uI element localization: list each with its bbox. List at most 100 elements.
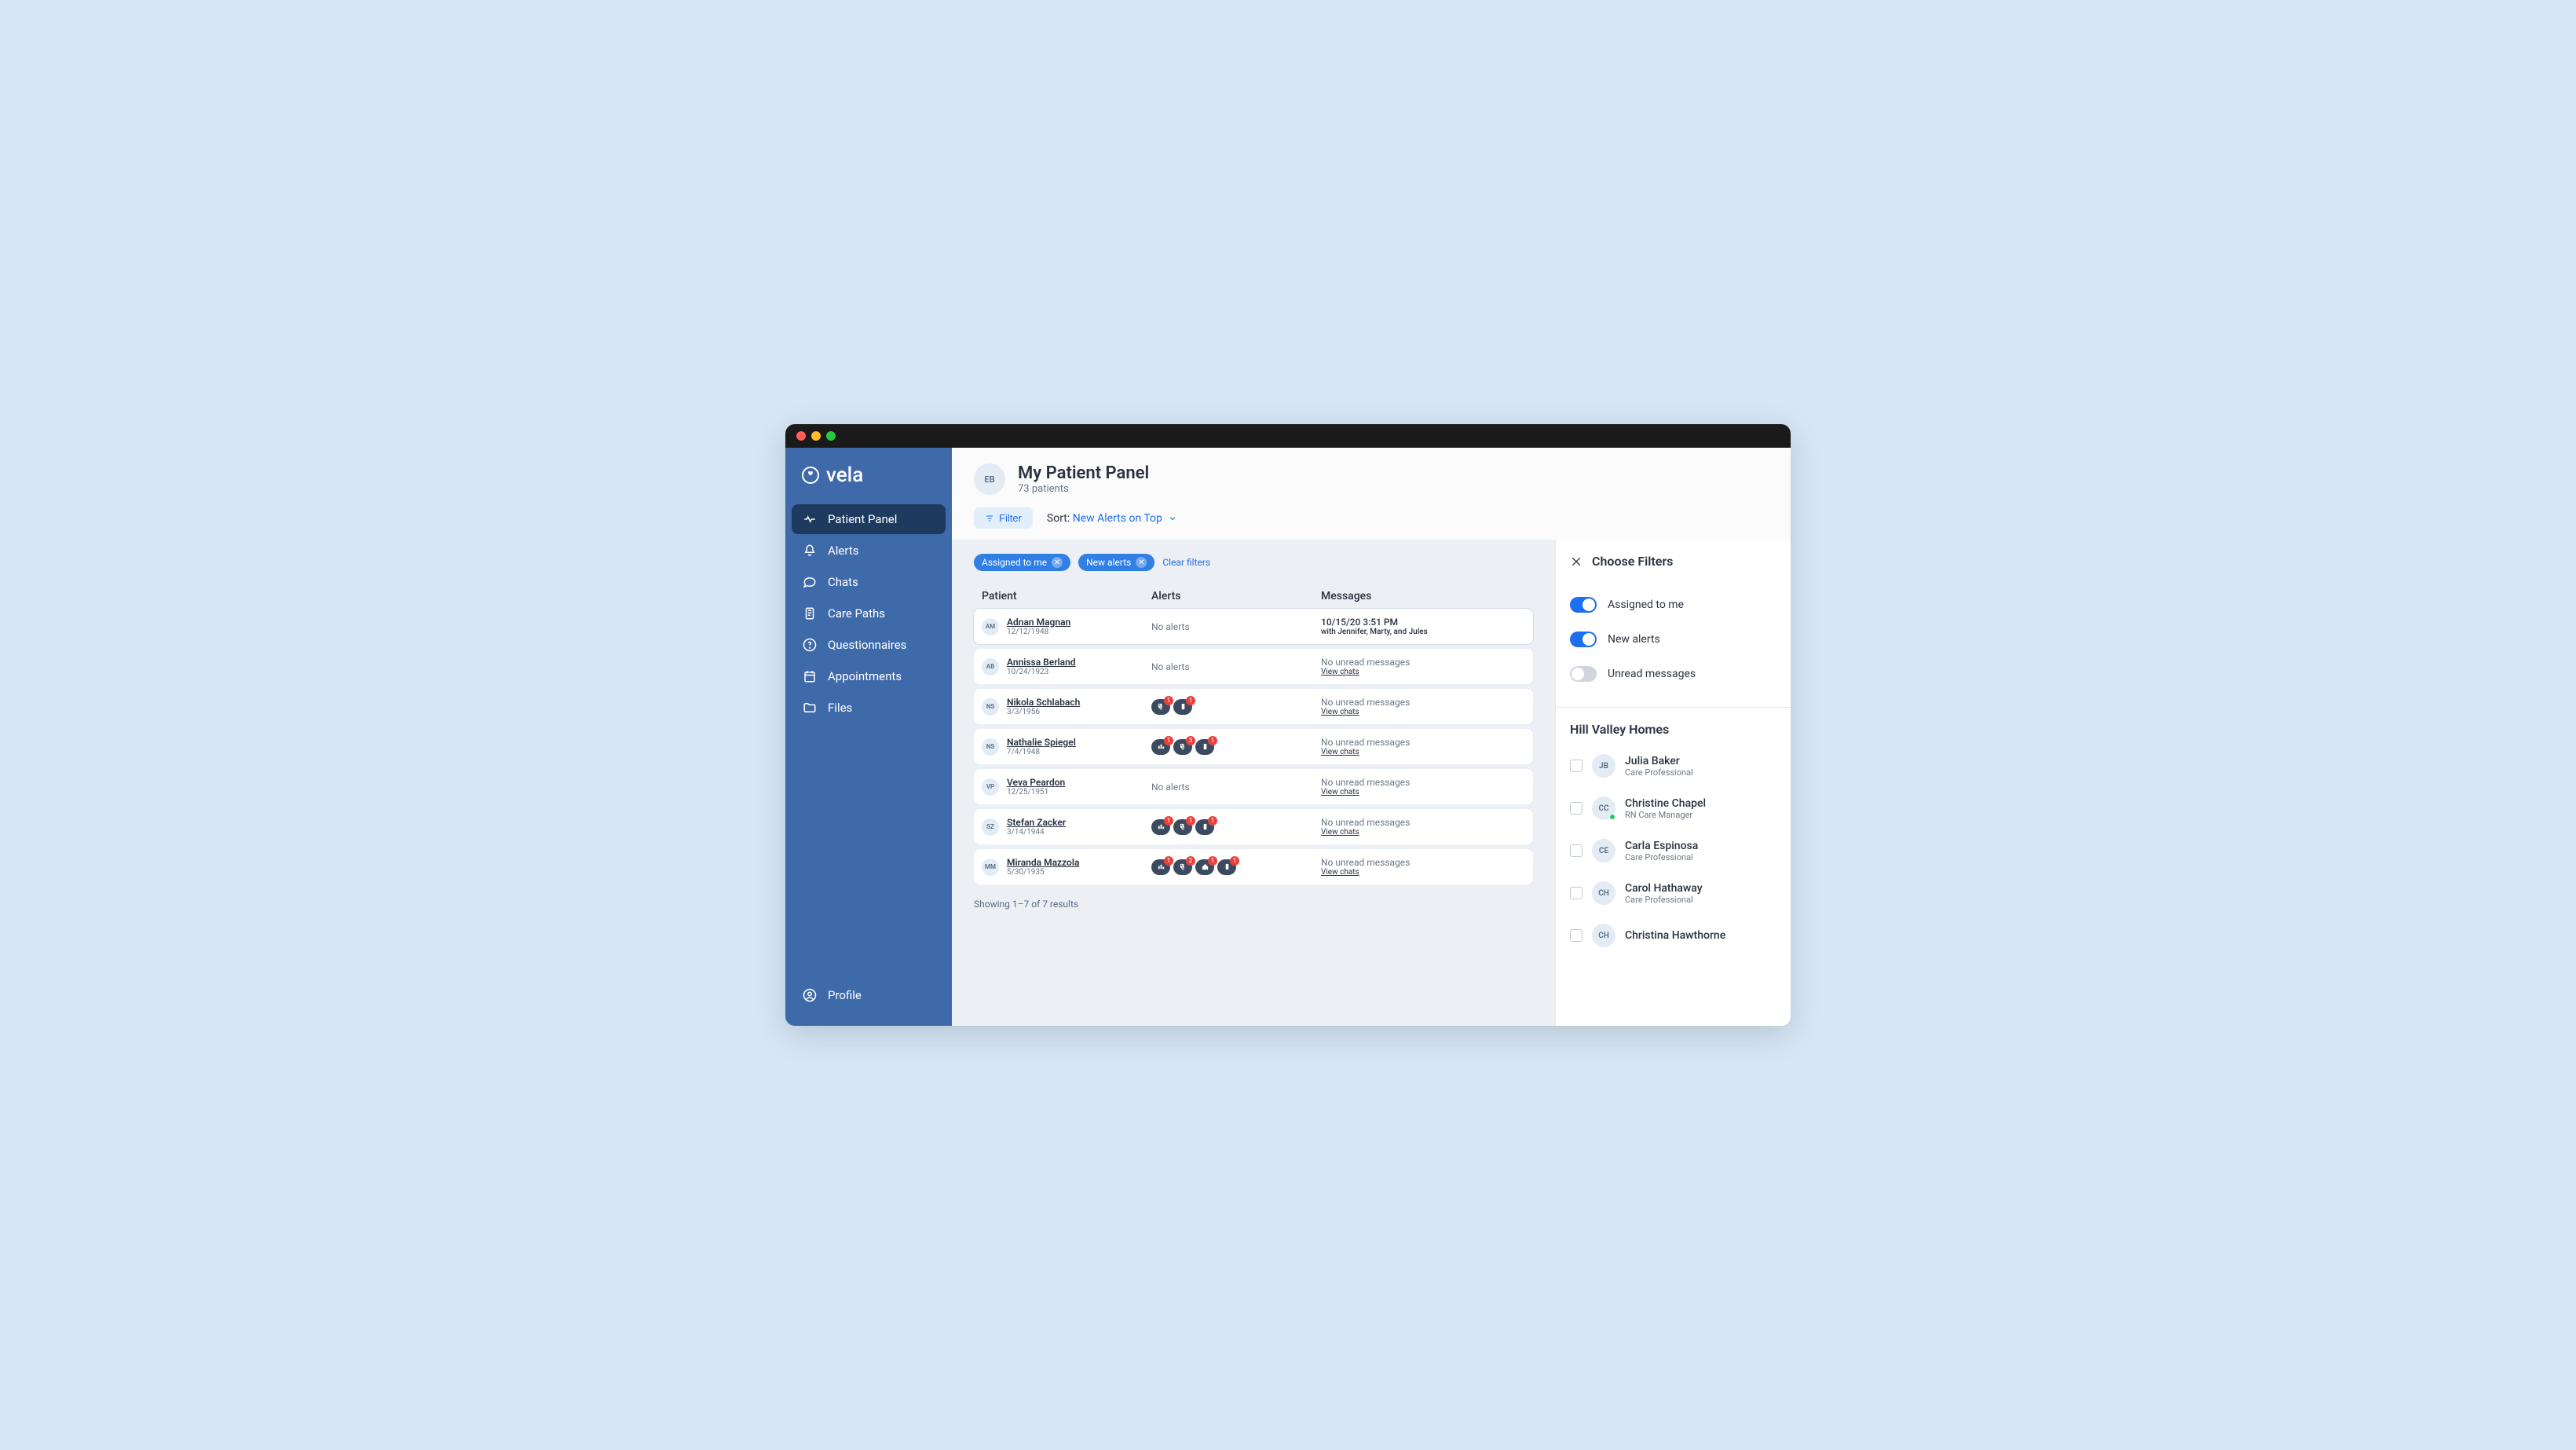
svg-text:℞: ℞: [1181, 865, 1185, 870]
alert-icon[interactable]: ℞2: [1173, 859, 1192, 875]
patient-name[interactable]: Nathalie Spiegel: [1007, 737, 1076, 748]
checkbox[interactable]: [1570, 802, 1583, 815]
patient-name[interactable]: Annissa Berland: [1007, 657, 1076, 668]
toggle-switch[interactable]: [1570, 666, 1597, 682]
patient-dob: 10/24/1923: [1007, 668, 1076, 676]
person-row[interactable]: CCChristine ChapelRN Care Manager: [1556, 787, 1791, 829]
nav-care-paths[interactable]: Care Paths: [792, 599, 946, 628]
view-chats-link[interactable]: View chats: [1321, 868, 1525, 877]
alert-icon[interactable]: ℞3: [1173, 739, 1192, 755]
patient-row[interactable]: VPVeva Peardon12/25/1951No alertsNo unre…: [974, 769, 1533, 804]
view-chats-link[interactable]: View chats: [1321, 788, 1525, 796]
main: EB My Patient Panel 73 patients Filter S…: [952, 448, 1791, 1026]
person-role: Care Professional: [1625, 767, 1693, 778]
patient-name[interactable]: Nikola Schlabach: [1007, 697, 1080, 708]
maximize-window-icon[interactable]: [826, 431, 836, 441]
toggle-label: Assigned to me: [1608, 599, 1684, 611]
filter-icon: [985, 514, 994, 523]
nav-profile[interactable]: Profile: [792, 980, 946, 1010]
nav-questionnaires[interactable]: Questionnaires: [792, 630, 946, 660]
view-chats-link[interactable]: View chats: [1321, 708, 1525, 716]
patient-name[interactable]: Adnan Magnan: [1007, 617, 1070, 628]
person-name: Carol Hathaway: [1625, 882, 1703, 895]
chip-remove-icon[interactable]: ✕: [1136, 557, 1147, 568]
person-row[interactable]: JB Julia BakerCare Professional: [1556, 745, 1791, 787]
titlebar: [785, 424, 1791, 448]
alert-icon[interactable]: ℞1: [1173, 819, 1192, 835]
nav-alerts[interactable]: Alerts: [792, 536, 946, 566]
alert-icon[interactable]: 1: [1151, 819, 1170, 835]
toggle-switch[interactable]: [1570, 632, 1597, 647]
filter-panel-title: Choose Filters: [1592, 554, 1673, 569]
nav: Patient PanelAlertsChatsCare PathsQuesti…: [792, 504, 946, 723]
alert-icon[interactable]: ℞1: [1151, 699, 1170, 715]
alert-icon[interactable]: 1: [1151, 739, 1170, 755]
sort-dropdown[interactable]: New Alerts on Top: [1073, 512, 1178, 525]
nav-icon: [803, 669, 817, 683]
patient-avatar: VP: [982, 778, 999, 796]
page-title: My Patient Panel: [1018, 463, 1149, 483]
view-chats-link[interactable]: View chats: [1321, 828, 1525, 837]
view-chats-link[interactable]: View chats: [1321, 668, 1525, 676]
nav-icon: [803, 575, 817, 589]
filter-button[interactable]: Filter: [974, 507, 1033, 529]
alerts-cell: No alerts: [1151, 661, 1321, 672]
view-chats-link[interactable]: with Jennifer, Marty, and Jules: [1321, 628, 1525, 636]
patient-row[interactable]: SZStefan Zacker3/14/19441℞11No unread me…: [974, 809, 1533, 844]
alert-icon[interactable]: 1: [1195, 819, 1214, 835]
person-avatar: CH: [1592, 881, 1615, 905]
close-icon[interactable]: [1570, 555, 1583, 568]
nav-appointments[interactable]: Appointments: [792, 661, 946, 691]
view-chats-link[interactable]: View chats: [1321, 748, 1525, 756]
nav-icon: [803, 606, 817, 621]
checkbox[interactable]: [1570, 844, 1583, 857]
messages-cell: 10/15/20 3:51 PMwith Jennifer, Marty, an…: [1321, 617, 1525, 636]
chevron-down-icon: [1168, 514, 1177, 523]
user-avatar: EB: [974, 463, 1005, 495]
filter-chip: Assigned to me✕: [974, 554, 1070, 571]
patient-row[interactable]: ABAnnissa Berland10/24/1923No alertsNo u…: [974, 649, 1533, 684]
chip-remove-icon[interactable]: ✕: [1052, 557, 1063, 568]
person-name: Julia Baker: [1625, 755, 1693, 767]
alert-icon[interactable]: 1: [1195, 859, 1214, 875]
person-row[interactable]: CECarla EspinosaCare Professional: [1556, 829, 1791, 872]
online-indicator-icon: [1609, 814, 1615, 820]
alert-icon[interactable]: 1: [1151, 859, 1170, 875]
person-row[interactable]: CHChristina Hawthorne: [1556, 914, 1791, 957]
alert-icon[interactable]: 1: [1217, 859, 1236, 875]
patient-row[interactable]: AMAdnan Magnan12/12/1948No alerts10/15/2…: [974, 609, 1533, 644]
checkbox[interactable]: [1570, 929, 1583, 942]
checkbox[interactable]: [1570, 760, 1583, 772]
clear-filters-link[interactable]: Clear filters: [1162, 557, 1210, 568]
patient-name[interactable]: Miranda Mazzola: [1007, 857, 1079, 868]
nav-files[interactable]: Files: [792, 693, 946, 723]
group-title: Hill Valley Homes: [1556, 708, 1791, 745]
filter-chips: Assigned to me✕New alerts✕ Clear filters: [974, 554, 1533, 571]
toggle-label: Unread messages: [1608, 668, 1696, 680]
nav-chats[interactable]: Chats: [792, 567, 946, 597]
messages-cell: No unread messagesView chats: [1321, 777, 1525, 796]
results-count: Showing 1–7 of 7 results: [974, 899, 1533, 910]
patient-name[interactable]: Stefan Zacker: [1007, 817, 1066, 828]
minimize-window-icon[interactable]: [811, 431, 821, 441]
checkbox[interactable]: [1570, 887, 1583, 899]
col-messages: Messages: [1321, 590, 1525, 602]
patient-avatar: SZ: [982, 818, 999, 836]
person-avatar: JB: [1592, 754, 1615, 778]
patient-row[interactable]: NSNikola Schlabach3/3/1956℞11No unread m…: [974, 689, 1533, 724]
person-row[interactable]: CHCarol HathawayCare Professional: [1556, 872, 1791, 914]
alert-icon[interactable]: 1: [1173, 699, 1192, 715]
nav-patient-panel[interactable]: Patient Panel: [792, 504, 946, 534]
alerts-cell: ℞11: [1151, 699, 1321, 715]
filter-panel: Choose Filters Assigned to meNew alertsU…: [1555, 540, 1791, 1026]
alert-icon[interactable]: 1: [1195, 739, 1214, 755]
messages-cell: No unread messagesView chats: [1321, 657, 1525, 676]
sort-control: Sort: New Alerts on Top: [1047, 512, 1178, 525]
person-avatar: CE: [1592, 839, 1615, 862]
close-window-icon[interactable]: [796, 431, 806, 441]
toggle-switch[interactable]: [1570, 597, 1597, 613]
patient-row[interactable]: MMMiranda Mazzola5/30/19351℞211No unread…: [974, 849, 1533, 884]
patient-row[interactable]: NSNathalie Spiegel7/4/19481℞31No unread …: [974, 729, 1533, 764]
patient-name[interactable]: Veva Peardon: [1007, 777, 1065, 788]
toolbar: Filter Sort: New Alerts on Top: [952, 501, 1791, 540]
